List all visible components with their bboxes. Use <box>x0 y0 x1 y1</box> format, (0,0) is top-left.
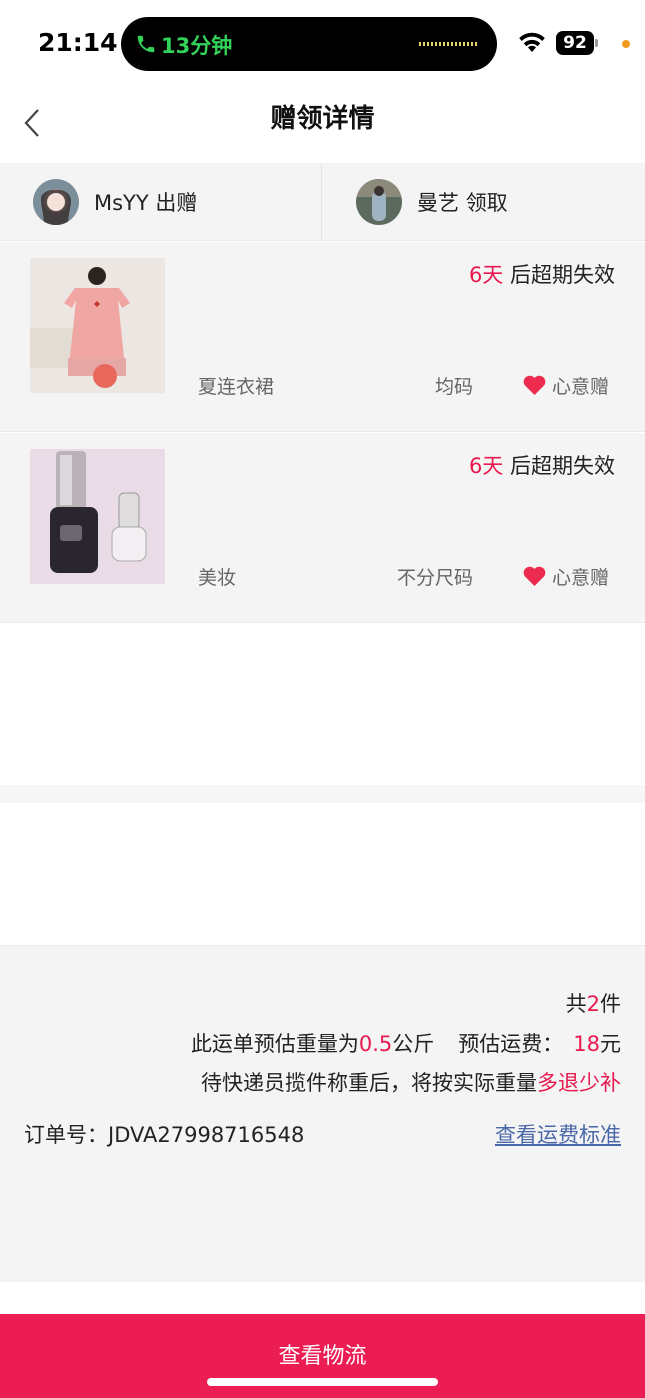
receiver-name: 曼艺 <box>417 191 459 215</box>
expire-suffix: 后超期失效 <box>503 263 615 287</box>
order-number: 订单号：JDVA27998716548 <box>24 1119 304 1149</box>
weight-and-fee: 此运单预估重量为0.5公斤 预估运费： 18元 <box>191 1028 621 1058</box>
wifi-icon <box>519 32 545 52</box>
giver-name: MsYY <box>94 191 149 215</box>
section-divider-band <box>0 785 645 803</box>
giver-info[interactable]: MsYY 出赠 <box>0 163 322 241</box>
receiver-action: 领取 <box>465 191 508 215</box>
expire-days: 6天 <box>468 454 504 478</box>
count-value: 2 <box>586 992 600 1016</box>
clock: 21:14 <box>38 28 118 57</box>
gift-item[interactable]: 6天 后超期失效 夏连衣裙 均码 心意赠 <box>0 242 645 432</box>
battery-indicator: 92 <box>556 31 594 55</box>
count-suffix: 件 <box>600 992 621 1016</box>
expire-days: 6天 <box>468 263 504 287</box>
item-size: 不分尺码 <box>396 567 473 589</box>
item-image-dress <box>30 258 165 393</box>
fee-standard-link[interactable]: 查看运费标准 <box>495 1119 621 1149</box>
status-bar: 21:14 13分钟 92 <box>0 0 645 88</box>
item-category: 美妆 <box>198 567 237 589</box>
gift-item[interactable]: 6天 后超期失效 美妆 不分尺码 心意赠 <box>0 433 645 623</box>
weight-unit: 公斤 <box>392 1032 435 1056</box>
gift-tag: 心意赠 <box>552 567 610 589</box>
item-category: 夏连衣裙 <box>198 376 275 398</box>
giver-label: MsYY 出赠 <box>94 187 197 217</box>
giver-avatar <box>33 179 79 225</box>
phone-icon <box>137 35 155 53</box>
weight-value: 0.5 <box>358 1032 393 1056</box>
weight-prefix: 此运单预估重量为 <box>190 1032 359 1056</box>
expire-notice: 6天 后超期失效 <box>469 450 615 480</box>
gift-detail-page: 21:14 13分钟 92 赠领详情 MsYY 出赠 曼艺 领取 6天 后超期失… <box>0 0 645 1398</box>
item-image-nail-polish <box>30 449 165 584</box>
call-duration: 13分钟 <box>161 34 233 58</box>
privacy-indicator-dot <box>622 40 630 48</box>
gift-parties: MsYY 出赠 曼艺 领取 <box>0 163 645 241</box>
receiver-info[interactable]: 曼艺 领取 <box>323 163 645 241</box>
count-prefix: 共 <box>565 992 587 1016</box>
heart-icon <box>523 375 546 395</box>
page-title: 赠领详情 <box>270 104 375 134</box>
item-count: 共2件 <box>566 988 621 1018</box>
expire-notice: 6天 后超期失效 <box>469 259 615 289</box>
dynamic-island-call[interactable]: 13分钟 <box>121 17 497 71</box>
gift-tag: 心意赠 <box>552 376 610 398</box>
weight-note: 待快递员揽件称重后，将按实际重量多退少补 <box>201 1067 621 1097</box>
order-value: JDVA27998716548 <box>108 1123 305 1147</box>
receiver-avatar <box>356 179 402 225</box>
battery-tip <box>595 39 598 47</box>
item-size: 均码 <box>434 376 473 398</box>
shipping-summary: 共2件 此运单预估重量为0.5公斤 预估运费： 18元 待快递员揽件称重后，将按实际… <box>0 946 645 1282</box>
fee-unit: 元 <box>600 1032 621 1056</box>
expire-suffix: 后超期失效 <box>503 454 615 478</box>
nav-bar: 赠领详情 <box>0 88 645 163</box>
fee-label: 预估运费： <box>458 1032 564 1056</box>
giver-action: 出赠 <box>155 191 198 215</box>
heart-icon <box>523 566 546 586</box>
audio-wave-icon <box>419 42 477 46</box>
note-prefix: 待快递员揽件称重后，将按实际重量 <box>201 1071 537 1095</box>
home-indicator[interactable] <box>207 1378 438 1386</box>
receiver-label: 曼艺 领取 <box>417 187 508 217</box>
fee-value: 18 <box>573 1032 600 1056</box>
order-label: 订单号： <box>24 1123 108 1147</box>
note-highlight: 多退少补 <box>537 1071 621 1095</box>
